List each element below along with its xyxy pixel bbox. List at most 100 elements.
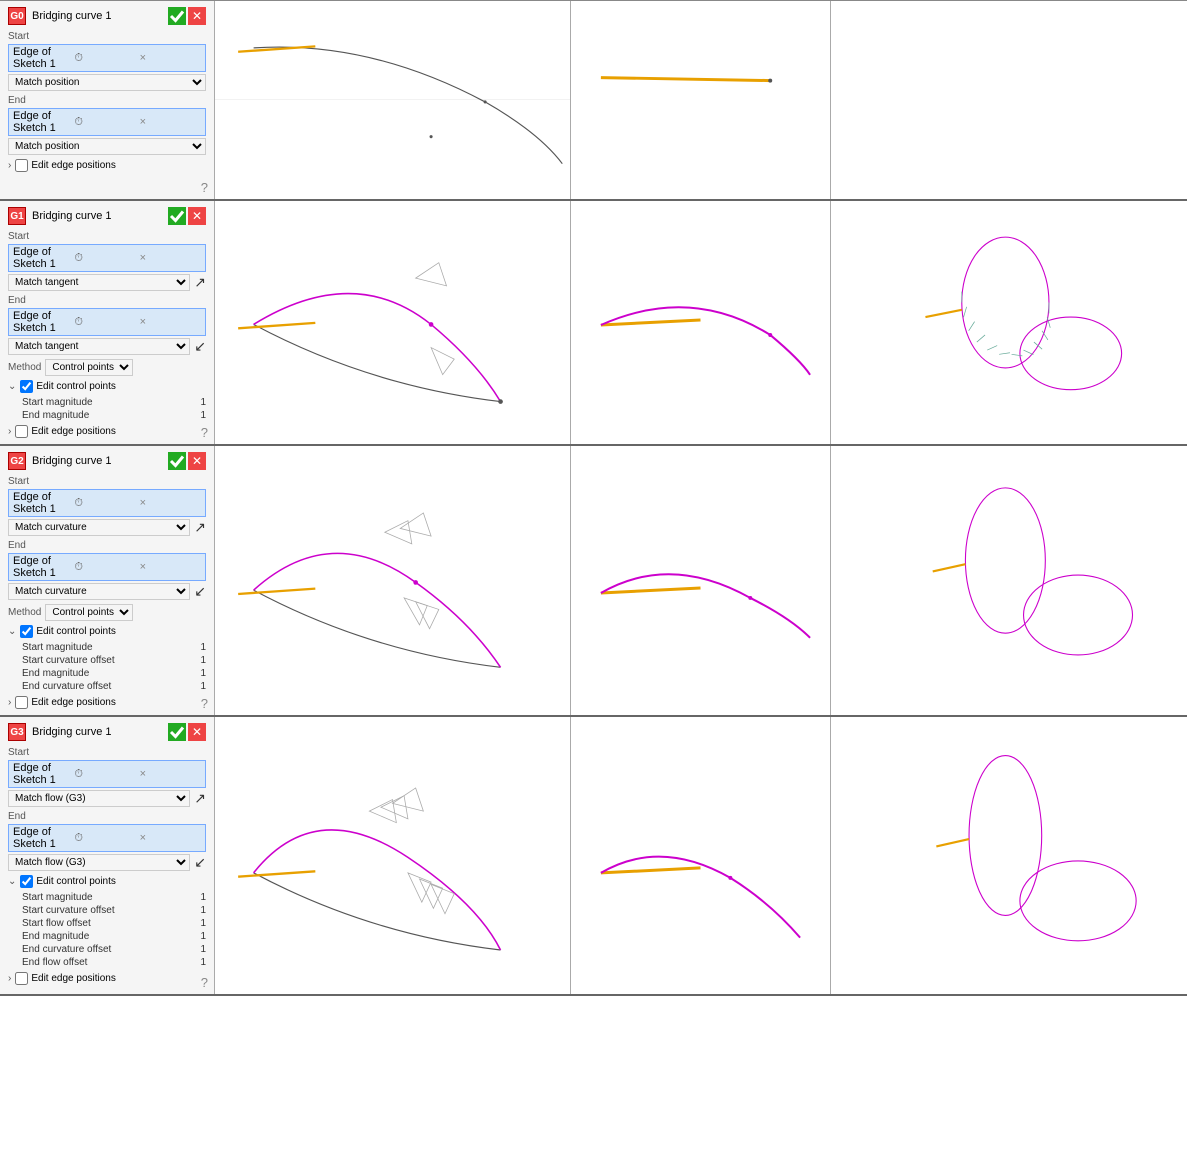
end-clear-button[interactable]: × — [140, 561, 201, 573]
end-clock-icon[interactable]: ⏱ — [74, 316, 135, 329]
help-icon[interactable]: ? — [201, 696, 208, 711]
edit-control-checkbox[interactable] — [20, 875, 33, 888]
end-clock-icon[interactable]: ⏱ — [74, 561, 135, 574]
start-match-select[interactable]: Match curvature — [8, 519, 190, 536]
edit-control-label[interactable]: Edit control points — [20, 380, 116, 393]
start-match-select[interactable]: Match tangent — [8, 274, 190, 291]
magnitude-label: End magnitude — [22, 668, 186, 679]
edit-edge-row: › Edit edge positions — [8, 425, 206, 438]
edit-edge-checkbox[interactable] — [15, 972, 28, 985]
end-edge-input[interactable]: Edge of Sketch 1⏱× — [8, 108, 206, 136]
cancel-button[interactable]: ✕ — [188, 723, 206, 741]
end-match-select[interactable]: Match position — [8, 138, 206, 155]
edit-control-checkbox[interactable] — [20, 380, 33, 393]
confirm-button[interactable] — [168, 207, 186, 225]
panel-title: Bridging curve 1 — [32, 455, 164, 467]
method-label: Method — [8, 607, 41, 618]
edit-edge-label[interactable]: Edit edge positions — [15, 425, 116, 438]
edit-edge-checkbox[interactable] — [15, 696, 28, 709]
start-edge-group: StartEdge of Sketch 1⏱×Match position — [8, 31, 206, 91]
magnitude-value: 1 — [186, 668, 206, 679]
start-edge-value: Edge of Sketch 1 — [13, 246, 74, 270]
help-icon[interactable]: ? — [201, 180, 208, 195]
edit-control-label[interactable]: Edit control points — [20, 875, 116, 888]
start-match-row: Match position — [8, 74, 206, 91]
help-icon[interactable]: ? — [201, 975, 208, 990]
start-edge-input[interactable]: Edge of Sketch 1⏱ × — [8, 760, 206, 788]
edge-expand-icon[interactable]: › — [8, 973, 11, 984]
start-clear-button[interactable]: × — [140, 252, 201, 264]
confirm-button[interactable] — [168, 7, 186, 25]
start-edge-input[interactable]: Edge of Sketch 1⏱ × — [8, 489, 206, 517]
start-clock-icon[interactable]: ⏱ — [74, 768, 135, 781]
edge-expand-icon[interactable]: › — [8, 697, 11, 708]
cancel-button[interactable]: ✕ — [188, 207, 206, 225]
edit-control-text: Edit control points — [36, 381, 116, 392]
magnitude-row: End magnitude1 — [8, 410, 206, 421]
end-match-row: Match flow (G3)↙ — [8, 854, 206, 871]
magnitude-value: 1 — [186, 905, 206, 916]
start-edge-value: Edge of Sketch 1 — [13, 762, 74, 786]
magnitude-label: End curvature offset — [22, 681, 186, 692]
edit-edge-checkbox[interactable] — [15, 425, 28, 438]
end-match-select[interactable]: Match flow (G3) — [8, 854, 190, 871]
start-edge-input[interactable]: Edge of Sketch 1⏱ × — [8, 244, 206, 272]
magnitude-value: 1 — [186, 892, 206, 903]
magnitude-value: 1 — [186, 931, 206, 942]
start-clear-button[interactable]: × — [140, 52, 201, 64]
edit-edge-label[interactable]: Edit edge positions — [15, 696, 116, 709]
expand-icon[interactable]: ⌄ — [8, 876, 16, 887]
start-clear-button[interactable]: × — [140, 768, 201, 780]
end-clear-button[interactable]: × — [140, 116, 201, 128]
edit-edge-row: › Edit edge positions — [8, 972, 206, 985]
end-clock-icon[interactable]: ⏱ — [74, 116, 135, 129]
badge-g2: G2 — [8, 452, 26, 470]
end-clear-button[interactable]: × — [140, 832, 201, 844]
confirm-button[interactable] — [168, 452, 186, 470]
expand-icon[interactable]: ⌄ — [8, 381, 16, 392]
edge-expand-icon[interactable]: › — [8, 426, 11, 437]
edit-control-checkbox[interactable] — [20, 625, 33, 638]
start-clock-icon[interactable]: ⏱ — [74, 252, 135, 265]
magnitude-label: End curvature offset — [22, 944, 186, 955]
end-edge-input[interactable]: Edge of Sketch 1⏱× — [8, 308, 206, 336]
magnitude-row: End curvature offset1 — [8, 681, 206, 692]
method-select[interactable]: Control points — [45, 359, 133, 376]
end-clock-icon[interactable]: ⏱ — [74, 832, 135, 845]
end-edge-input[interactable]: Edge of Sketch 1⏱× — [8, 824, 206, 852]
canvas-right-2 — [831, 446, 1187, 715]
end-match-select[interactable]: Match curvature — [8, 583, 190, 600]
help-icon[interactable]: ? — [201, 425, 208, 440]
edit-edge-label[interactable]: Edit edge positions — [15, 159, 116, 172]
magnitude-label: Start curvature offset — [22, 655, 186, 666]
end-edge-group: EndEdge of Sketch 1⏱×Match tangent↙ — [8, 295, 206, 355]
end-match-row: Match curvature↙ — [8, 583, 206, 600]
edit-edge-text: Edit edge positions — [31, 697, 116, 708]
cancel-button[interactable]: ✕ — [188, 452, 206, 470]
start-match-select[interactable]: Match position — [8, 74, 206, 91]
start-clock-icon[interactable]: ⏱ — [74, 52, 135, 65]
start-match-select[interactable]: Match flow (G3) — [8, 790, 190, 807]
start-clock-icon[interactable]: ⏱ — [74, 497, 135, 510]
canvas-left-2 — [215, 446, 571, 715]
edit-edge-row: › Edit edge positions — [8, 159, 206, 172]
end-match-select[interactable]: Match tangent — [8, 338, 190, 355]
start-clear-button[interactable]: × — [140, 497, 201, 509]
end-clear-button[interactable]: × — [140, 316, 201, 328]
end-edge-input[interactable]: Edge of Sketch 1⏱× — [8, 553, 206, 581]
edge-expand-icon[interactable]: › — [8, 160, 11, 171]
end-label: End — [8, 540, 206, 551]
panel-title: Bridging curve 1 — [32, 726, 164, 738]
end-label: End — [8, 811, 206, 822]
edit-control-label[interactable]: Edit control points — [20, 625, 116, 638]
canvas-right-3 — [831, 717, 1187, 994]
magnitude-row: End magnitude1 — [8, 931, 206, 942]
method-select[interactable]: Control points — [45, 604, 133, 621]
start-edge-value: Edge of Sketch 1 — [13, 491, 74, 515]
edit-edge-checkbox[interactable] — [15, 159, 28, 172]
cancel-button[interactable]: ✕ — [188, 7, 206, 25]
expand-icon[interactable]: ⌄ — [8, 626, 16, 637]
confirm-button[interactable] — [168, 723, 186, 741]
edit-edge-label[interactable]: Edit edge positions — [15, 972, 116, 985]
start-edge-input[interactable]: Edge of Sketch 1⏱× — [8, 44, 206, 72]
